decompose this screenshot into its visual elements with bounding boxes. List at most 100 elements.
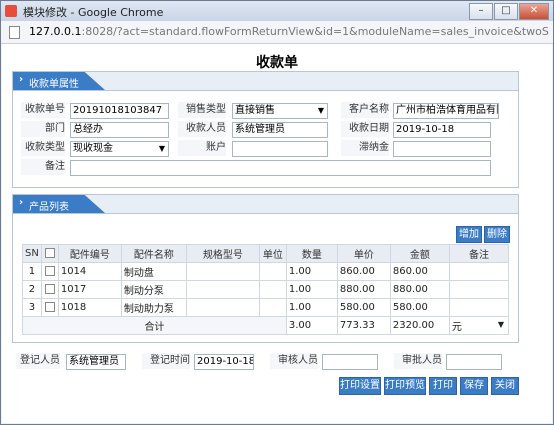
total-qty: 3.00 (285, 316, 338, 335)
table-row[interactable]: 2 1017 制动分泵 1.00 880.00 880.00 (22, 280, 510, 299)
chevron-right-icon: › (19, 74, 24, 85)
table-header-row: SN 配件编号 配件名称 规格型号 单位 数量 单价 金额 备注 (22, 244, 510, 263)
row-code[interactable]: 1017 (57, 280, 122, 299)
row-note[interactable] (448, 280, 510, 299)
column-header: 备注 (448, 244, 510, 263)
row-note[interactable] (448, 262, 510, 281)
row-qty[interactable]: 1.00 (285, 280, 338, 299)
page-icon (9, 26, 20, 39)
section-title: 收款单属性 (29, 79, 79, 90)
select-all-checkbox[interactable] (40, 244, 59, 263)
row-sn: 2 (22, 280, 42, 299)
row-qty[interactable]: 1.00 (285, 298, 338, 317)
total-price: 773.33 (336, 316, 391, 335)
total-label: 合计 (22, 316, 287, 335)
row-code[interactable]: 1018 (57, 298, 122, 317)
discount-label: 滞纳金 (341, 140, 389, 156)
window-controls: – □ ✕ (469, 3, 549, 20)
column-header: 配件编号 (57, 244, 122, 263)
row-unit[interactable] (258, 262, 287, 281)
row-note[interactable] (448, 298, 510, 317)
reviewer-field[interactable] (322, 354, 378, 370)
row-price[interactable]: 860.00 (336, 262, 391, 281)
print-button[interactable]: 打印 (429, 377, 457, 395)
product-list-section: › 产品列表 增加 删除 SN 配件编号 配件名称 规格型号 单位 数量 单价 … (12, 194, 519, 343)
row-amount[interactable]: 880.00 (389, 280, 450, 299)
maximize-icon[interactable]: □ (494, 3, 518, 20)
total-amount: 2320.00 (389, 316, 450, 335)
sales-type-select[interactable]: 直接销售 ▼ (232, 103, 328, 119)
row-spec[interactable] (185, 298, 260, 317)
receipt-type-label: 收款类型 (21, 140, 65, 156)
discount-field[interactable] (393, 141, 491, 157)
url-text[interactable]: 127.0.0.1:8028/?act=standard.flowFormRet… (29, 25, 549, 38)
approver-field[interactable] (446, 354, 502, 370)
table-row[interactable]: 3 1018 制动助力泵 1.00 580.00 580.00 (22, 298, 510, 317)
section-header: › 收款单属性 (13, 72, 518, 91)
row-qty[interactable]: 1.00 (285, 262, 338, 281)
row-amount[interactable]: 860.00 (389, 262, 450, 281)
collector-label: 收款人员 (178, 121, 226, 137)
column-header: SN (22, 244, 42, 263)
reg-time-field[interactable]: 2019-10-18 (194, 354, 254, 370)
close-icon[interactable]: ✕ (519, 3, 549, 20)
dept-label: 部门 (21, 121, 65, 137)
address-bar[interactable]: 127.0.0.1:8028/?act=standard.flowFormRet… (1, 21, 553, 44)
row-price[interactable]: 880.00 (336, 280, 391, 299)
delete-row-button[interactable]: 删除 (484, 226, 510, 243)
account-field[interactable] (232, 141, 328, 157)
reviewer-label: 审核人员 (270, 353, 318, 369)
section-tab: › 收款单属性 (13, 72, 105, 90)
row-checkbox[interactable] (40, 298, 59, 317)
date-field[interactable]: 2019-10-18 (393, 122, 491, 138)
dept-field[interactable]: 总经办 (70, 122, 169, 138)
receipt-attributes-section: › 收款单属性 收款单号 20191018103847 销售类型 直接销售 ▼ 客… (12, 71, 519, 188)
row-name[interactable]: 制动盘 (120, 262, 187, 281)
column-header: 单价 (336, 244, 391, 263)
row-name[interactable]: 制动分泵 (120, 280, 187, 299)
chevron-down-icon: ▼ (497, 320, 504, 329)
window-title: 模块修改 - Google Chrome (23, 6, 164, 19)
registrar-field[interactable]: 系统管理员 (66, 354, 126, 370)
browser-window: 模块修改 - Google Chrome – □ ✕ 127.0.0.1:802… (0, 0, 554, 425)
column-header: 规格型号 (185, 244, 260, 263)
save-button[interactable]: 保存 (460, 377, 488, 395)
row-unit[interactable] (258, 280, 287, 299)
row-spec[interactable] (185, 262, 260, 281)
sales-type-label: 销售类型 (178, 102, 226, 118)
section-header: › 产品列表 (13, 195, 518, 214)
table-row[interactable]: 1 1014 制动盘 1.00 860.00 860.00 (22, 262, 510, 281)
row-sn: 1 (22, 262, 42, 281)
row-spec[interactable] (185, 280, 260, 299)
app-icon (5, 5, 17, 17)
remark-field[interactable] (70, 160, 491, 176)
row-checkbox[interactable] (40, 262, 59, 281)
add-row-button[interactable]: 增加 (456, 226, 482, 243)
receipt-type-select[interactable]: 现收现金 ▼ (70, 141, 169, 157)
customer-label: 客户名称 (341, 102, 389, 118)
customer-field[interactable]: 广州市柏浩体育用品有限 (393, 103, 499, 119)
row-code[interactable]: 1014 (57, 262, 122, 281)
row-sn: 3 (22, 298, 42, 317)
close-button[interactable]: 关闭 (491, 377, 519, 395)
row-name[interactable]: 制动助力泵 (120, 298, 187, 317)
print-setup-button[interactable]: 打印设置 (339, 377, 381, 395)
column-header: 数量 (285, 244, 338, 263)
receipt-no-field[interactable]: 20191018103847 (70, 103, 169, 119)
column-header: 配件名称 (120, 244, 187, 263)
chevron-down-icon: ▼ (158, 144, 165, 153)
row-unit[interactable] (258, 298, 287, 317)
chevron-down-icon: ▼ (317, 106, 324, 115)
page-title: 收款单 (256, 55, 298, 71)
row-checkbox[interactable] (40, 280, 59, 299)
product-table: SN 配件编号 配件名称 规格型号 单位 数量 单价 金额 备注 1 1014 … (22, 244, 510, 335)
collector-field[interactable]: 系统管理员 (232, 122, 328, 138)
section-title: 产品列表 (29, 202, 69, 213)
row-amount[interactable]: 580.00 (389, 298, 450, 317)
column-header: 单位 (258, 244, 287, 263)
chevron-right-icon: › (19, 197, 24, 208)
currency-select[interactable]: 元 ▼ (448, 316, 510, 335)
print-preview-button[interactable]: 打印预览 (384, 377, 426, 395)
minimize-icon[interactable]: – (469, 3, 493, 20)
row-price[interactable]: 580.00 (336, 298, 391, 317)
